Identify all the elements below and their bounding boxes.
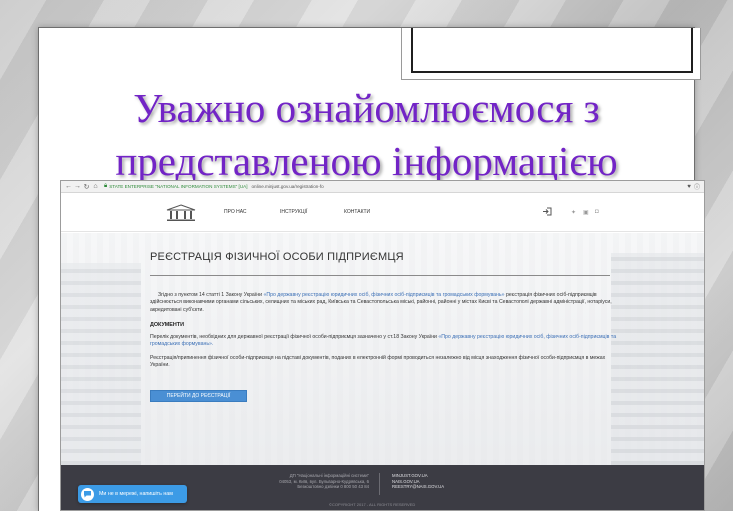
building-left-image [61,263,141,465]
nav-contacts[interactable]: КОНТАКТИ [344,193,370,232]
forward-icon[interactable]: → [73,183,82,190]
secure-label: STATE ENTERPRISE "NATIONAL INFORMATION S… [109,184,248,189]
site-header: ПРО НАС ІНСТРУКЦІЇ КОНТАКТИ ✦ ▣ ◘ [61,193,704,232]
slide-title-line1: Уважно ознайомлюємося з [133,85,600,131]
go-to-registration-button[interactable]: ПЕРЕЙТИ ДО РЕЄСТРАЦІЇ [150,390,247,402]
logo-icon[interactable] [166,204,196,222]
facebook-icon[interactable]: ▣ [583,209,589,216]
chat-icon [81,487,94,501]
reload-icon[interactable]: ↻ [82,183,91,191]
chat-widget[interactable]: Ми не в мережі, напишіть нам [78,485,187,503]
registration-paragraph: Реєстрація/припинення фізичної особи-під… [150,355,606,369]
documents-text: Перелік документів, необхідних для держа… [150,334,439,340]
footer-address-line: Безкоштовно дзвінки 0 800 50 43 84 [297,484,369,490]
copyright: ©COPYRIGHT 2017 - ALL RIGHTS RESERVED [329,502,416,507]
login-icon[interactable] [542,207,552,216]
footer-address: ДП "Національні інформаційні системи" 04… [265,473,369,490]
back-icon[interactable]: ← [64,183,73,190]
footer-divider [379,473,380,495]
address-bar: ← → ↻ ⌂ 🔒︎ STATE ENTERPRISE "NATIONAL IN… [61,181,704,193]
slide-title: Уважно ознайомлюємося з представленою ін… [38,82,695,188]
lock-icon: 🔒︎ [104,183,108,189]
bookmark-icon[interactable]: ♥ [685,184,693,190]
documents-heading: ДОКУМЕНТИ [150,322,184,328]
instagram-icon[interactable]: ◘ [595,209,599,215]
nav-about[interactable]: ПРО НАС [224,193,247,232]
page-title: РЕЄСТРАЦІЯ ФІЗИЧНОЇ ОСОБИ ПІДПРИЄМЦЯ [150,251,404,263]
browser-window: ← → ↻ ⌂ 🔒︎ STATE ENTERPRISE "NATIONAL IN… [60,180,705,511]
accent-frame [401,28,701,80]
nav-instructions[interactable]: ІНСТРУКЦІЇ [280,193,307,232]
intro-text-start: Згідно з пунктом 14 статті 1 Закону Укра… [158,292,264,298]
footer-links: MINJUST.GOV.UA NAIS.GOV.UA REESTRY@NAIS.… [392,473,444,490]
intro-paragraph: Згідно з пунктом 14 статті 1 Закону Укра… [150,292,620,314]
chat-label: Ми не в мережі, напишіть нам [99,491,173,497]
info-icon[interactable]: ⓘ [693,182,701,191]
url-field[interactable]: online.minjust.gov.ua/registration-fo [251,184,323,189]
footer-link-email[interactable]: REESTRY@NAIS.GOV.UA [392,484,444,490]
law-link-1[interactable]: «Про державну реєстрацію юридичних осіб,… [263,292,504,298]
home-icon[interactable]: ⌂ [91,183,100,190]
building-right-image [611,253,704,465]
documents-paragraph: Перелік документів, необхідних для держа… [150,334,620,349]
accent-frame-inner [411,28,693,73]
main-content: РЕЄСТРАЦІЯ ФІЗИЧНОЇ ОСОБИ ПІДПРИЄМЦЯ Згі… [61,233,704,465]
heading-divider [150,275,610,276]
twitter-icon[interactable]: ✦ [571,209,576,216]
